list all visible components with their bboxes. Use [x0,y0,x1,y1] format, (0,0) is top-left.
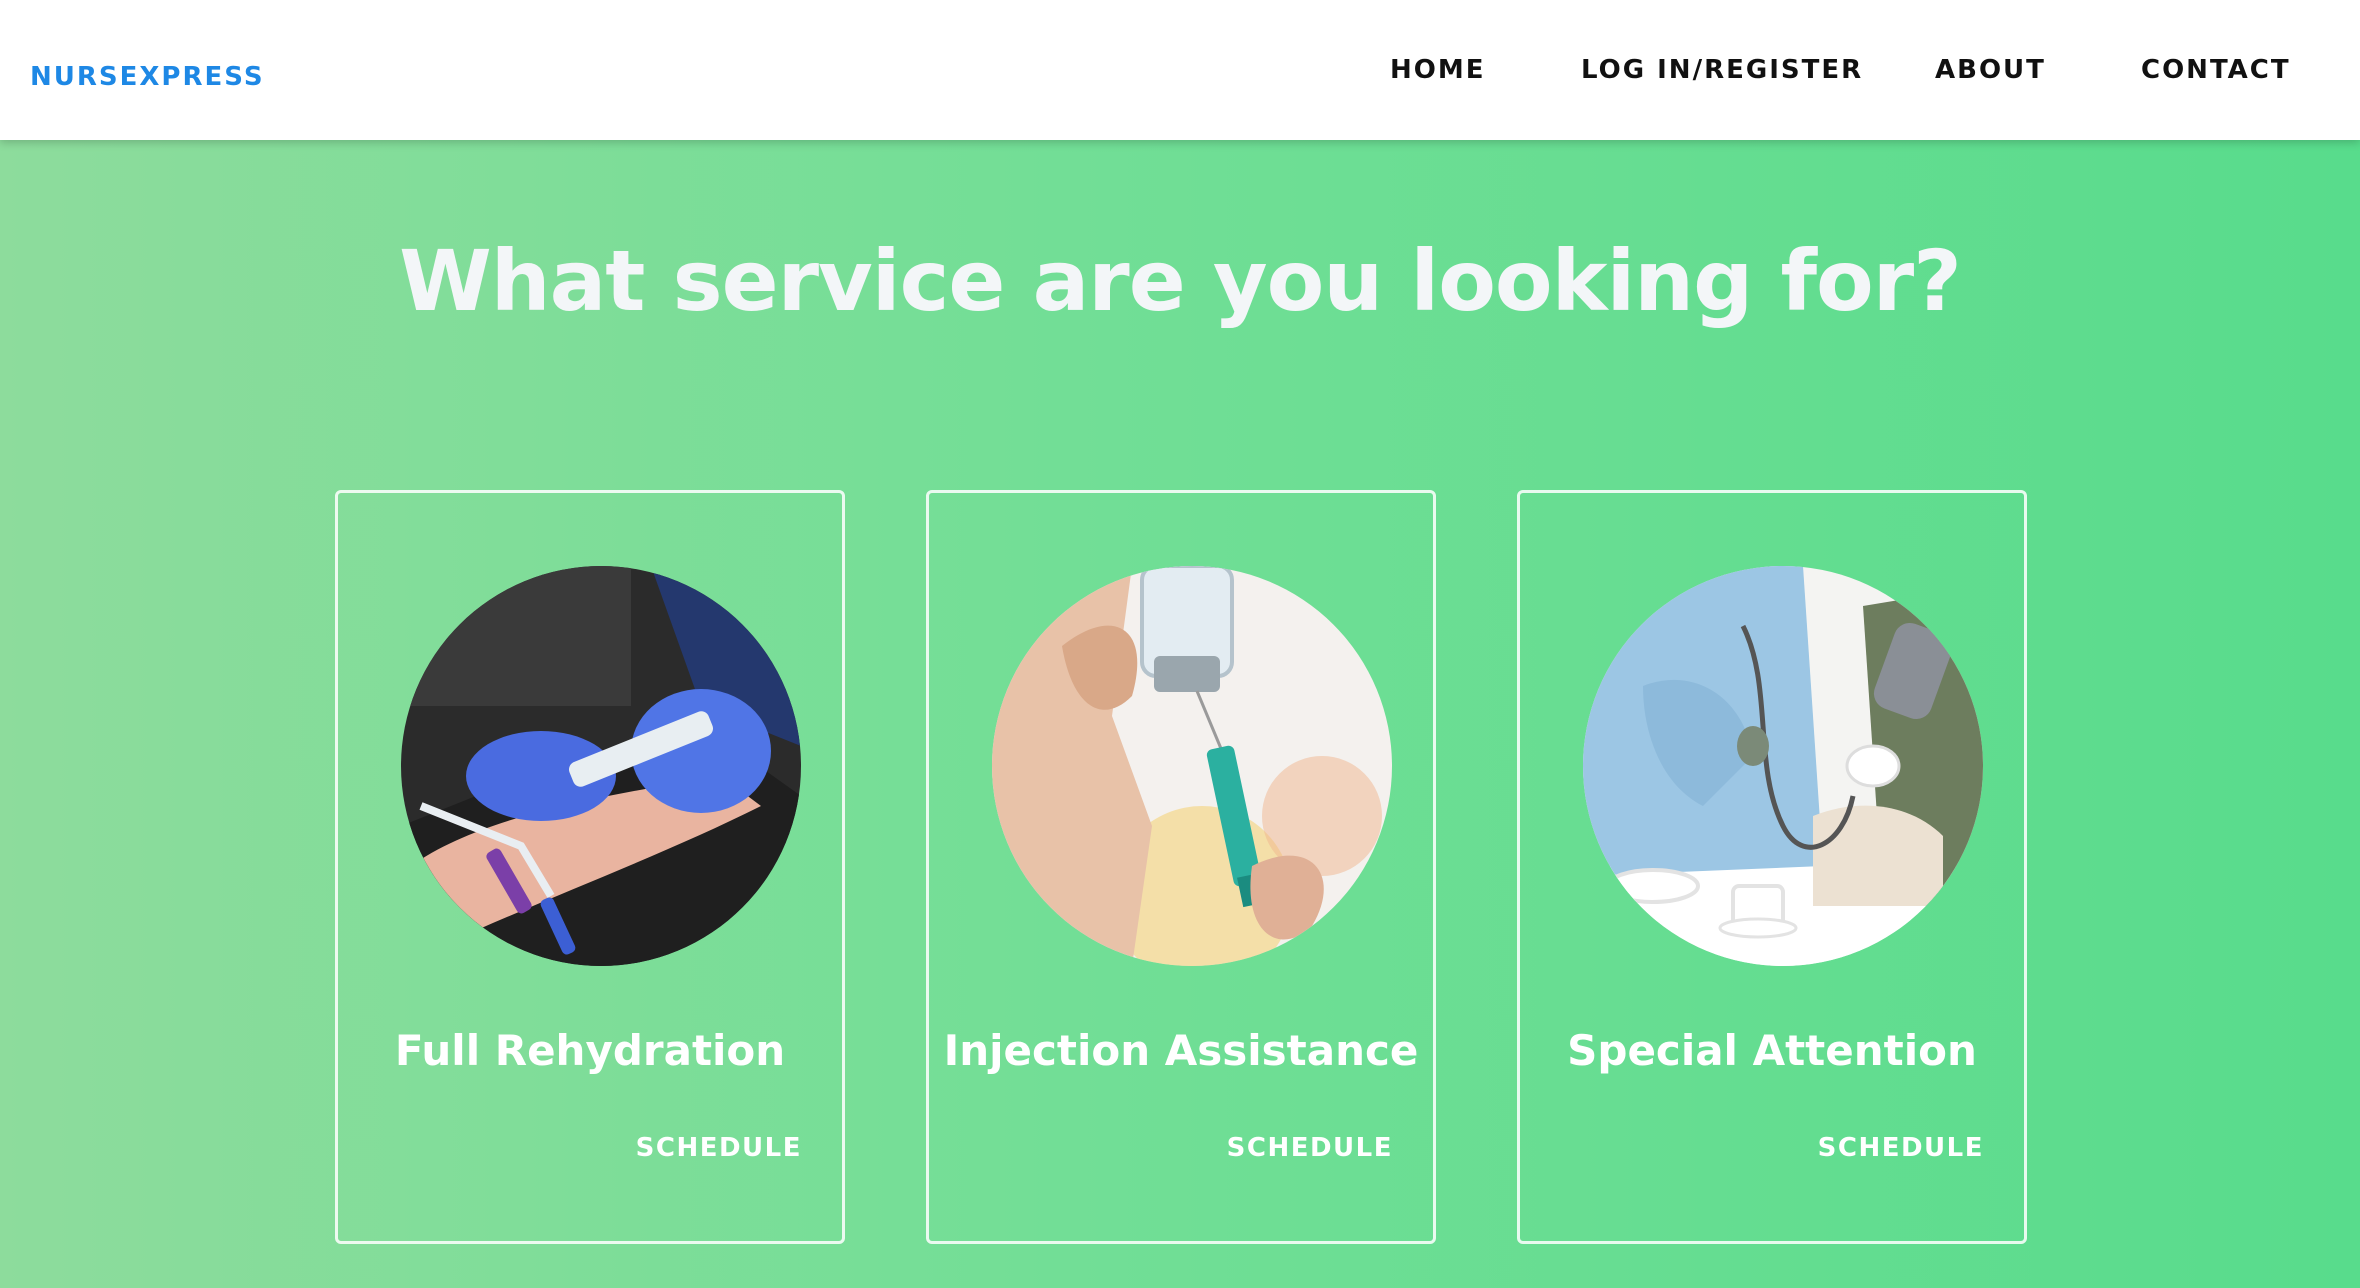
iv-drip-illustration [401,566,801,966]
service-card-rehydration: Full Rehydration SCHEDULE [335,490,845,1244]
blood-pressure-illustration [1583,566,1983,966]
service-photo-syringe [992,566,1392,966]
brand-logo-link[interactable]: NURSEXPRESS [30,62,265,92]
syringe-illustration [992,566,1392,966]
service-card-special-attention: Special Attention SCHEDULE [1517,490,2027,1244]
service-card-injection: Injection Assistance SCHEDULE [926,490,1436,1244]
page-headline: What service are you looking for? [399,232,1962,330]
nav-contact-link[interactable]: CONTACT [2141,55,2291,85]
service-title: Full Rehydration [394,1026,786,1075]
navbar: NURSEXPRESS HOME LOG IN/REGISTER ABOUT C… [0,0,2360,140]
schedule-special-attention-link[interactable]: SCHEDULE [1818,1133,1984,1163]
schedule-injection-link[interactable]: SCHEDULE [1227,1133,1393,1163]
nav-home-link[interactable]: HOME [1390,55,1486,85]
service-title: Injection Assistance [943,1026,1419,1075]
service-title: Special Attention [1567,1026,1977,1075]
nav-login-register-link[interactable]: LOG IN/REGISTER [1581,55,1863,85]
nav-about-link[interactable]: ABOUT [1935,55,2046,85]
schedule-rehydration-link[interactable]: SCHEDULE [636,1133,802,1163]
service-photo-iv-drip [401,566,801,966]
service-photo-blood-pressure [1583,566,1983,966]
